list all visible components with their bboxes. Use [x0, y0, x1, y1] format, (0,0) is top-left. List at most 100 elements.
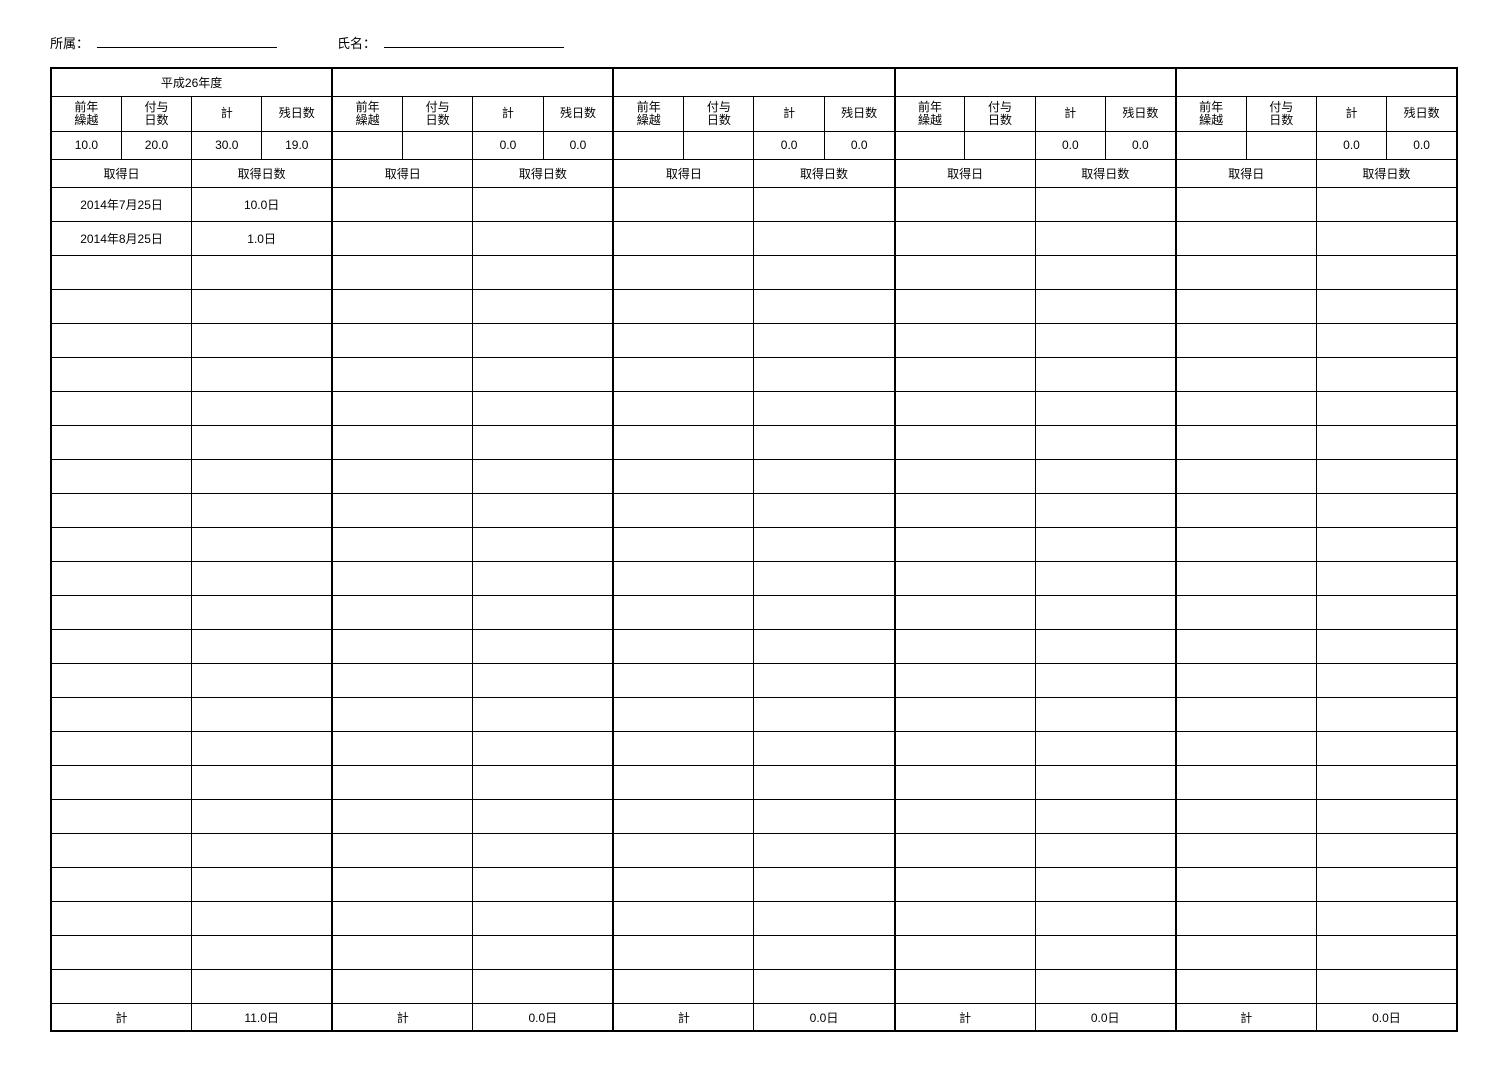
entry-days — [473, 935, 614, 969]
summary-granted — [402, 131, 472, 159]
entry-days — [754, 255, 895, 289]
entry-date — [332, 595, 473, 629]
entry-days — [192, 289, 333, 323]
entry-date — [51, 425, 192, 459]
entry-date — [613, 323, 754, 357]
entry-date — [895, 221, 1036, 255]
entry-days — [1035, 799, 1176, 833]
entry-date — [613, 663, 754, 697]
entry-date — [1176, 187, 1317, 221]
entry-date — [613, 765, 754, 799]
entry-days — [192, 799, 333, 833]
col-header-acq-date: 取得日 — [332, 159, 473, 187]
entry-date — [332, 289, 473, 323]
entry-date — [1176, 935, 1317, 969]
entry-days — [473, 561, 614, 595]
entry-date — [895, 935, 1036, 969]
entry-date — [332, 629, 473, 663]
col-header-acq-days: 取得日数 — [1035, 159, 1176, 187]
entry-days — [1316, 833, 1457, 867]
entry-days — [754, 731, 895, 765]
entry-date — [332, 697, 473, 731]
summary-remaining: 19.0 — [262, 131, 332, 159]
entry-date — [1176, 561, 1317, 595]
entry-days — [473, 765, 614, 799]
entry-days — [754, 289, 895, 323]
period-title — [1176, 68, 1457, 96]
entry-date — [613, 595, 754, 629]
entry-days — [1035, 629, 1176, 663]
entry-date — [1176, 833, 1317, 867]
entry-date — [613, 935, 754, 969]
col-header-granted: 付与 日数 — [402, 96, 472, 131]
entry-days — [754, 697, 895, 731]
entry-days — [1316, 697, 1457, 731]
entry-date — [332, 493, 473, 527]
entry-days — [1316, 901, 1457, 935]
entry-date — [895, 629, 1036, 663]
entry-days — [192, 255, 333, 289]
summary-total: 0.0 — [754, 131, 824, 159]
footer-label: 計 — [51, 1003, 192, 1031]
entry-date — [1176, 901, 1317, 935]
name-field: 氏名： — [337, 30, 564, 52]
footer-label: 計 — [895, 1003, 1036, 1031]
entry-date — [613, 901, 754, 935]
col-header-carryover: 前年 繰越 — [51, 96, 121, 131]
entry-days — [1316, 187, 1457, 221]
entry-days — [192, 493, 333, 527]
entry-days — [754, 765, 895, 799]
entry-days — [1035, 765, 1176, 799]
entry-days — [192, 731, 333, 765]
period-title — [613, 68, 894, 96]
entry-days — [1316, 561, 1457, 595]
entry-days — [754, 629, 895, 663]
entry-days — [754, 391, 895, 425]
entry-date — [895, 527, 1036, 561]
entry-days — [473, 595, 614, 629]
entry-date — [613, 255, 754, 289]
entry-date — [613, 867, 754, 901]
entry-days — [473, 221, 614, 255]
name-value[interactable] — [384, 30, 564, 48]
entry-date — [332, 425, 473, 459]
entry-days — [473, 187, 614, 221]
entry-date — [895, 799, 1036, 833]
summary-carryover — [332, 131, 402, 159]
entry-date — [895, 357, 1036, 391]
col-header-carryover: 前年 繰越 — [1176, 96, 1246, 131]
footer-total: 0.0日 — [1316, 1003, 1457, 1031]
summary-total: 30.0 — [192, 131, 262, 159]
entry-date — [895, 425, 1036, 459]
footer-label: 計 — [332, 1003, 473, 1031]
entry-date — [51, 663, 192, 697]
affiliation-value[interactable] — [97, 30, 277, 48]
entry-days — [473, 799, 614, 833]
entry-date — [51, 799, 192, 833]
entry-days — [192, 935, 333, 969]
entry-date — [332, 391, 473, 425]
entry-date — [51, 765, 192, 799]
col-header-acq-date: 取得日 — [1176, 159, 1317, 187]
entry-days — [192, 391, 333, 425]
entry-date — [1176, 357, 1317, 391]
entry-date — [613, 969, 754, 1003]
entry-date — [51, 969, 192, 1003]
entry-days — [1035, 697, 1176, 731]
entry-days — [473, 493, 614, 527]
entry-days — [473, 357, 614, 391]
affiliation-field: 所属： — [50, 30, 277, 52]
entry-days — [1035, 289, 1176, 323]
entry-days: 10.0日 — [192, 187, 333, 221]
entry-days — [192, 833, 333, 867]
col-header-remaining: 残日数 — [543, 96, 613, 131]
footer-total: 0.0日 — [1035, 1003, 1176, 1031]
entry-days — [1316, 731, 1457, 765]
col-header-total: 計 — [192, 96, 262, 131]
footer-total: 0.0日 — [754, 1003, 895, 1031]
entry-days — [754, 799, 895, 833]
entry-days — [473, 663, 614, 697]
summary-granted: 20.0 — [121, 131, 191, 159]
entry-days — [754, 187, 895, 221]
entry-date — [332, 731, 473, 765]
